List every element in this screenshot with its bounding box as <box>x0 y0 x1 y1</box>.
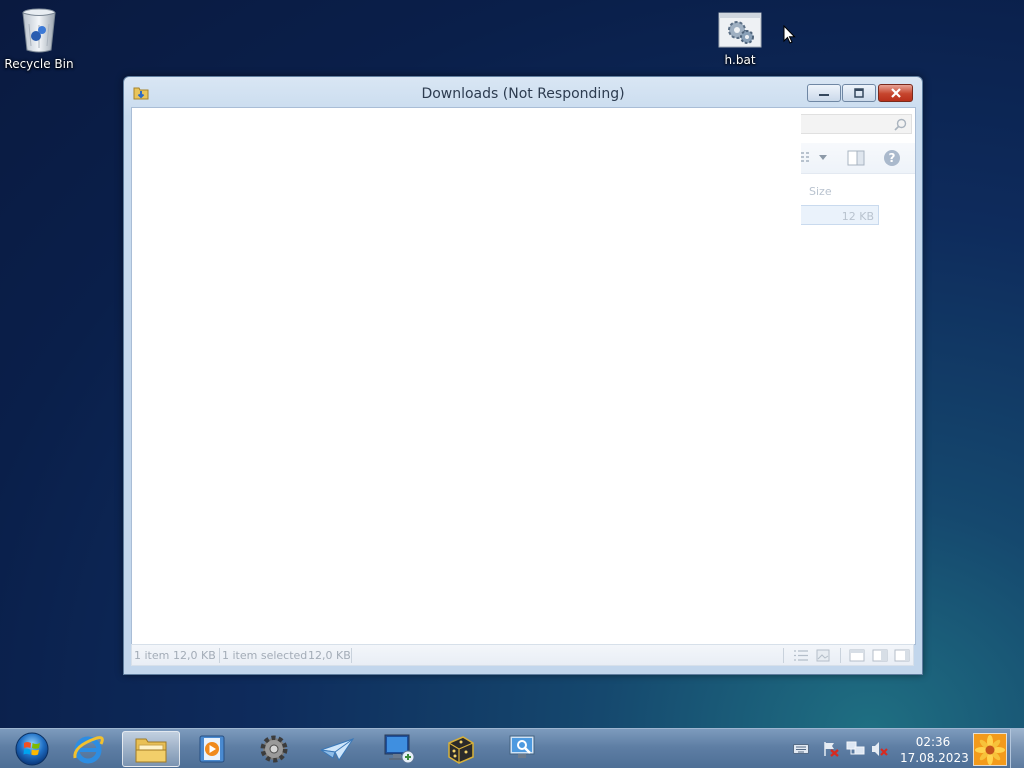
desktop-icon-recycle-bin[interactable]: Recycle Bin <box>1 6 77 71</box>
recycle-bin-icon <box>22 8 56 53</box>
desktop-icon-h-bat[interactable]: h.bat <box>702 12 778 67</box>
layout-pane-right-icon[interactable] <box>872 649 888 662</box>
search-icon <box>894 118 907 131</box>
clock-date: 17.08.2023 <box>900 751 969 765</box>
network-icon[interactable] <box>846 741 866 757</box>
window-title: Downloads (Not Responding) <box>421 86 625 102</box>
maximize-button[interactable] <box>842 84 876 102</box>
stale-content-region: ? Size 12 KB <box>801 108 915 644</box>
details-view-icon[interactable] <box>793 649 809 662</box>
taskbar-clock[interactable]: 02:36 17.08.2023 <box>900 734 969 766</box>
file-row-size-cell[interactable]: 12 KB <box>801 205 879 225</box>
taskbar-paper-plane-app[interactable] <box>308 731 366 767</box>
layout-pane-left-icon[interactable] <box>849 649 865 662</box>
svg-text:?: ? <box>889 151 896 165</box>
close-button[interactable] <box>878 84 913 102</box>
keyboard-icon[interactable] <box>793 744 809 754</box>
status-separator <box>219 648 220 663</box>
status-item-count: 1 item <box>134 649 170 662</box>
taskbar-windows-explorer[interactable] <box>122 731 180 767</box>
desktop-icon-label: Recycle Bin <box>4 57 74 71</box>
help-icon[interactable]: ? <box>883 149 901 167</box>
status-separator <box>840 648 841 663</box>
minimize-button[interactable] <box>807 84 841 102</box>
close-icon <box>890 88 901 98</box>
thumbnail-view-icon[interactable] <box>816 649 830 662</box>
taskbar-dice-app[interactable] <box>432 731 490 767</box>
status-separator <box>783 648 784 663</box>
maximize-icon <box>854 88 864 98</box>
volume-muted-icon[interactable] <box>871 741 889 757</box>
desktop-icon-label: h.bat <box>724 53 756 67</box>
layout-pane-preview-icon[interactable] <box>894 649 910 662</box>
taskbar: 02:36 17.08.2023 <box>0 728 1024 768</box>
minimize-icon <box>819 94 829 96</box>
dice-icon <box>448 736 474 764</box>
taskbar-settings-app[interactable] <box>245 731 303 767</box>
search-input[interactable] <box>801 114 912 134</box>
change-view-icon[interactable] <box>801 152 809 162</box>
user-avatar-icon[interactable] <box>973 733 1007 766</box>
paper-plane-icon <box>320 738 355 761</box>
status-bar: 1 item 12,0 KB 1 item selected 12,0 KB <box>131 644 914 666</box>
folder-icon <box>135 738 167 763</box>
network-monitor-icon <box>509 735 535 758</box>
windows-orb-icon <box>15 732 49 766</box>
gear-icon <box>260 735 288 763</box>
action-center-flag-icon[interactable] <box>822 741 840 757</box>
file-size-value: 12 KB <box>841 210 874 223</box>
taskbar-media-player[interactable] <box>183 731 241 767</box>
status-total-size: 12,0 KB <box>173 649 216 662</box>
start-button[interactable] <box>3 731 61 767</box>
mouse-pointer-icon <box>783 25 796 44</box>
preview-pane-icon[interactable] <box>847 150 865 166</box>
window-titlebar[interactable]: Downloads (Not Responding) <box>124 77 922 107</box>
command-bar: ? <box>801 143 915 174</box>
chevron-down-icon[interactable] <box>819 155 827 160</box>
taskbar-internet-explorer[interactable] <box>59 731 117 767</box>
window-content-area[interactable]: ? Size 12 KB <box>131 107 916 645</box>
batch-file-icon <box>718 12 762 48</box>
ie-icon <box>73 736 104 764</box>
column-header-size[interactable]: Size <box>809 185 832 198</box>
taskbar-network-monitor[interactable] <box>494 731 552 767</box>
status-selected-size: 12,0 KB <box>308 649 351 662</box>
explorer-window[interactable]: Downloads (Not Responding) ? Size 12 KB … <box>123 76 923 675</box>
status-separator <box>351 648 352 663</box>
show-desktop-button[interactable] <box>1010 729 1024 768</box>
clock-time: 02:36 <box>915 735 951 749</box>
remote-desktop-icon <box>384 734 415 764</box>
media-player-icon <box>199 735 225 763</box>
taskbar-remote-desktop[interactable] <box>370 731 428 767</box>
status-selected: 1 item selected <box>222 649 308 662</box>
